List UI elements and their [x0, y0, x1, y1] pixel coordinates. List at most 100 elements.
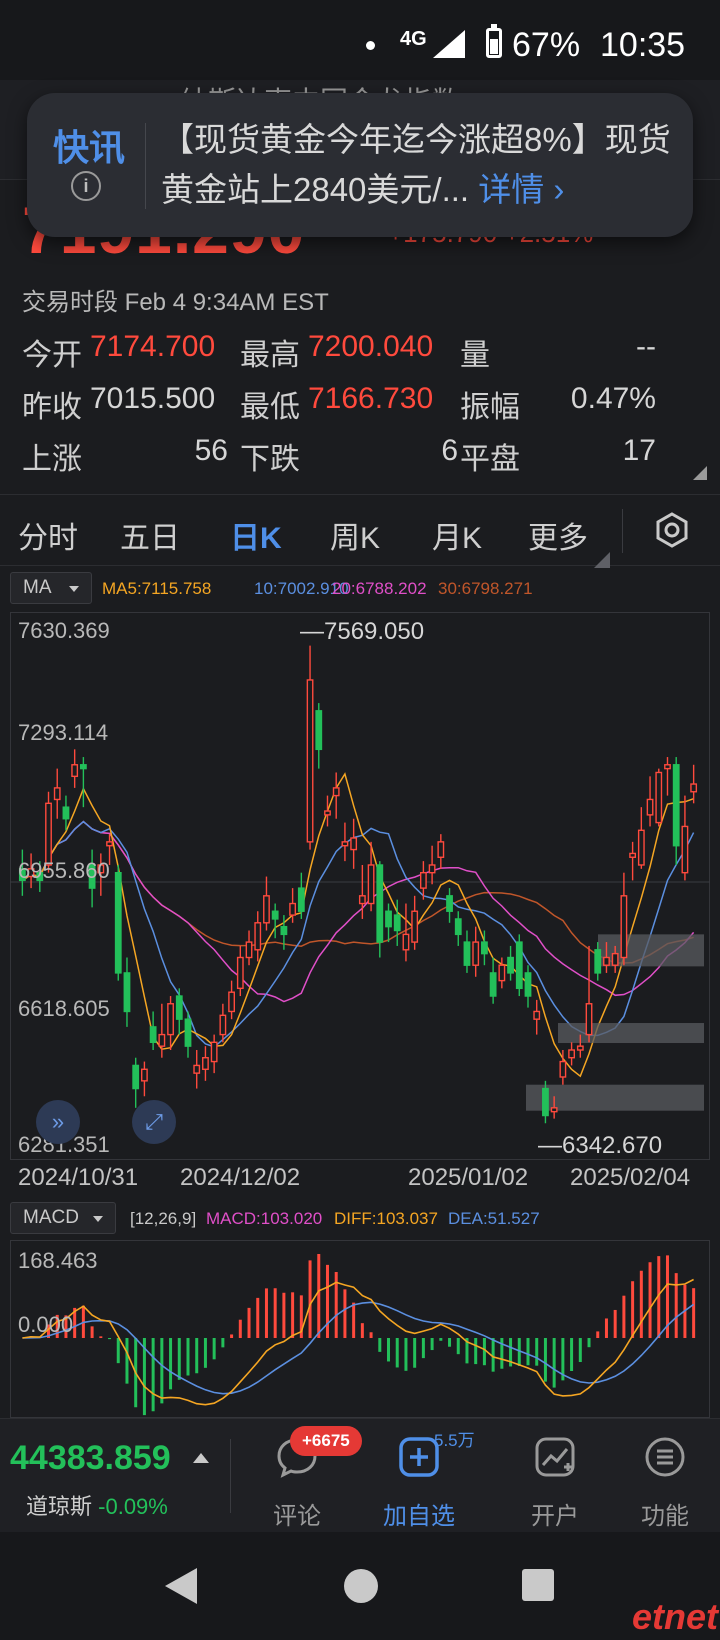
stat-value: 7200.040 [308, 330, 434, 363]
tab-divider [622, 509, 623, 553]
dji-label: 道琼斯 -0.09% [26, 1489, 168, 1521]
tab-weekly-k[interactable]: 周K [330, 513, 380, 557]
expand-corner-icon[interactable] [693, 466, 707, 480]
macd-indicator-row: MACD [12,26,9] MACD:103.020 DIFF:103.037… [10, 1202, 710, 1236]
stat-amplitude: 振幅 0.47% [460, 382, 656, 426]
candle-up [620, 895, 628, 959]
candlestick-chart[interactable] [10, 612, 710, 1160]
tab-more[interactable]: 更多 [528, 513, 588, 557]
candle-up [419, 871, 427, 889]
stat-decliners: 下跌 6 [240, 434, 458, 478]
candle-down [385, 910, 392, 928]
stat-value: 7166.730 [308, 382, 434, 415]
stat-advancers: 上涨 56 [22, 434, 228, 478]
add-watchlist-label: 加自选 [383, 1503, 455, 1530]
macd-y-zero: 0.000 [18, 1312, 74, 1337]
notification-dot [366, 41, 375, 50]
candle-up [655, 771, 663, 824]
candle-down [524, 972, 532, 997]
expand-chart-button[interactable]: » [36, 1100, 80, 1144]
trading-session: 交易时段 Feb 4 9:34AM EST [22, 289, 329, 316]
x-label-1: 2024/10/31 [18, 1164, 139, 1191]
stat-unchanged: 平盘 17 [460, 434, 686, 478]
candle-up [585, 1003, 593, 1036]
stat-label: 上涨 [22, 443, 82, 476]
candle-down [79, 764, 87, 770]
candle-up [228, 991, 235, 1013]
ma-select[interactable]: MA [10, 572, 92, 604]
candle-up [629, 852, 637, 858]
settings-gear-icon[interactable] [654, 512, 690, 548]
candle-up [367, 864, 375, 905]
stat-label: 昨收 [22, 391, 82, 424]
candle-up [236, 956, 244, 990]
macd-frame [10, 1240, 710, 1418]
macd-chart[interactable] [10, 1240, 710, 1418]
tab-monthly-k[interactable]: 月K [432, 513, 482, 557]
candle-up [158, 1033, 166, 1047]
candle-up [289, 902, 297, 916]
candle-up [53, 787, 61, 801]
news-headline: 【现货黄金今年迄今涨超8%】现货黄金站上2840美元/... [161, 121, 671, 208]
macd-select[interactable]: MACD [10, 1202, 116, 1234]
bottom-divider [230, 1439, 231, 1513]
comment-count-badge: +6675 [290, 1426, 362, 1456]
menu-icon [645, 1437, 685, 1477]
tab-daily-k[interactable]: 日K [230, 513, 282, 557]
candle-down [542, 1087, 549, 1117]
candle-down [594, 949, 602, 974]
candle-down [297, 887, 305, 912]
stat-value: 17 [622, 434, 656, 467]
candle-down [271, 910, 279, 920]
candle-up [472, 941, 480, 966]
candle-down [507, 956, 514, 974]
candle-up [402, 933, 410, 951]
candle-up [681, 825, 689, 874]
candle-up [559, 1060, 567, 1078]
candle-down [184, 1018, 192, 1047]
stat-label: 下跌 [240, 443, 300, 476]
candle-up [611, 952, 619, 966]
dji-value[interactable]: 44383.859 [10, 1439, 171, 1478]
dji-name: 道琼斯 [26, 1494, 93, 1519]
news-label: 快讯 [53, 127, 126, 168]
candle-up [332, 787, 340, 797]
high-annotation-value: 7569.050 [324, 618, 425, 645]
candle-up [324, 810, 331, 816]
tab-five-day[interactable]: 五日 [120, 513, 180, 557]
open-account-button[interactable]: 开户 [510, 1435, 600, 1531]
function-button[interactable]: 功能 [620, 1435, 710, 1531]
fullscreen-icon[interactable]: ⤢ [132, 1100, 176, 1144]
stat-high: 最高 7200.040 [240, 330, 433, 374]
status-bar: 4G 67% 10:35 [0, 0, 720, 90]
high-annotation: —7569.050 [300, 618, 425, 645]
news-toast[interactable]: 快讯 i 【现货黄金今年迄今涨超8%】现货黄金站上2840美元/... 详情 › [27, 93, 693, 237]
candle-down [114, 871, 122, 974]
stat-label: 量 [460, 339, 490, 372]
recents-icon[interactable] [522, 1569, 554, 1601]
back-icon[interactable] [165, 1568, 197, 1604]
home-icon[interactable] [344, 1569, 378, 1603]
details-link[interactable]: 详情 › [478, 171, 564, 208]
macd-params: [12,26,9] [130, 1209, 197, 1228]
info-icon[interactable]: i [71, 171, 101, 201]
x-label-3: 2025/01/02 [408, 1164, 529, 1191]
candle-up [350, 837, 358, 851]
candle-up [45, 802, 52, 866]
stat-volume: 量 -- [460, 330, 656, 374]
candle-up [550, 1107, 558, 1113]
candle-up [245, 941, 253, 959]
ma20-value: 20:6788.202 [332, 579, 427, 598]
candle-down [175, 995, 183, 1020]
candle-up [498, 964, 506, 982]
stat-label: 平盘 [460, 443, 520, 476]
y-label-3: 6955.860 [18, 858, 110, 883]
ma5-value: MA5:7115.758 [102, 579, 212, 598]
battery-percent: 67% [512, 26, 581, 64]
tab-intraday[interactable]: 分时 [18, 513, 78, 557]
candle-down [463, 941, 471, 966]
signal-icon [433, 30, 465, 58]
news-text[interactable]: 【现货黄金今年迄今涨超8%】现货黄金站上2840美元/... 详情 › [161, 115, 681, 215]
open-account-label: 开户 [531, 1503, 579, 1530]
expand-up-icon[interactable] [193, 1453, 209, 1463]
